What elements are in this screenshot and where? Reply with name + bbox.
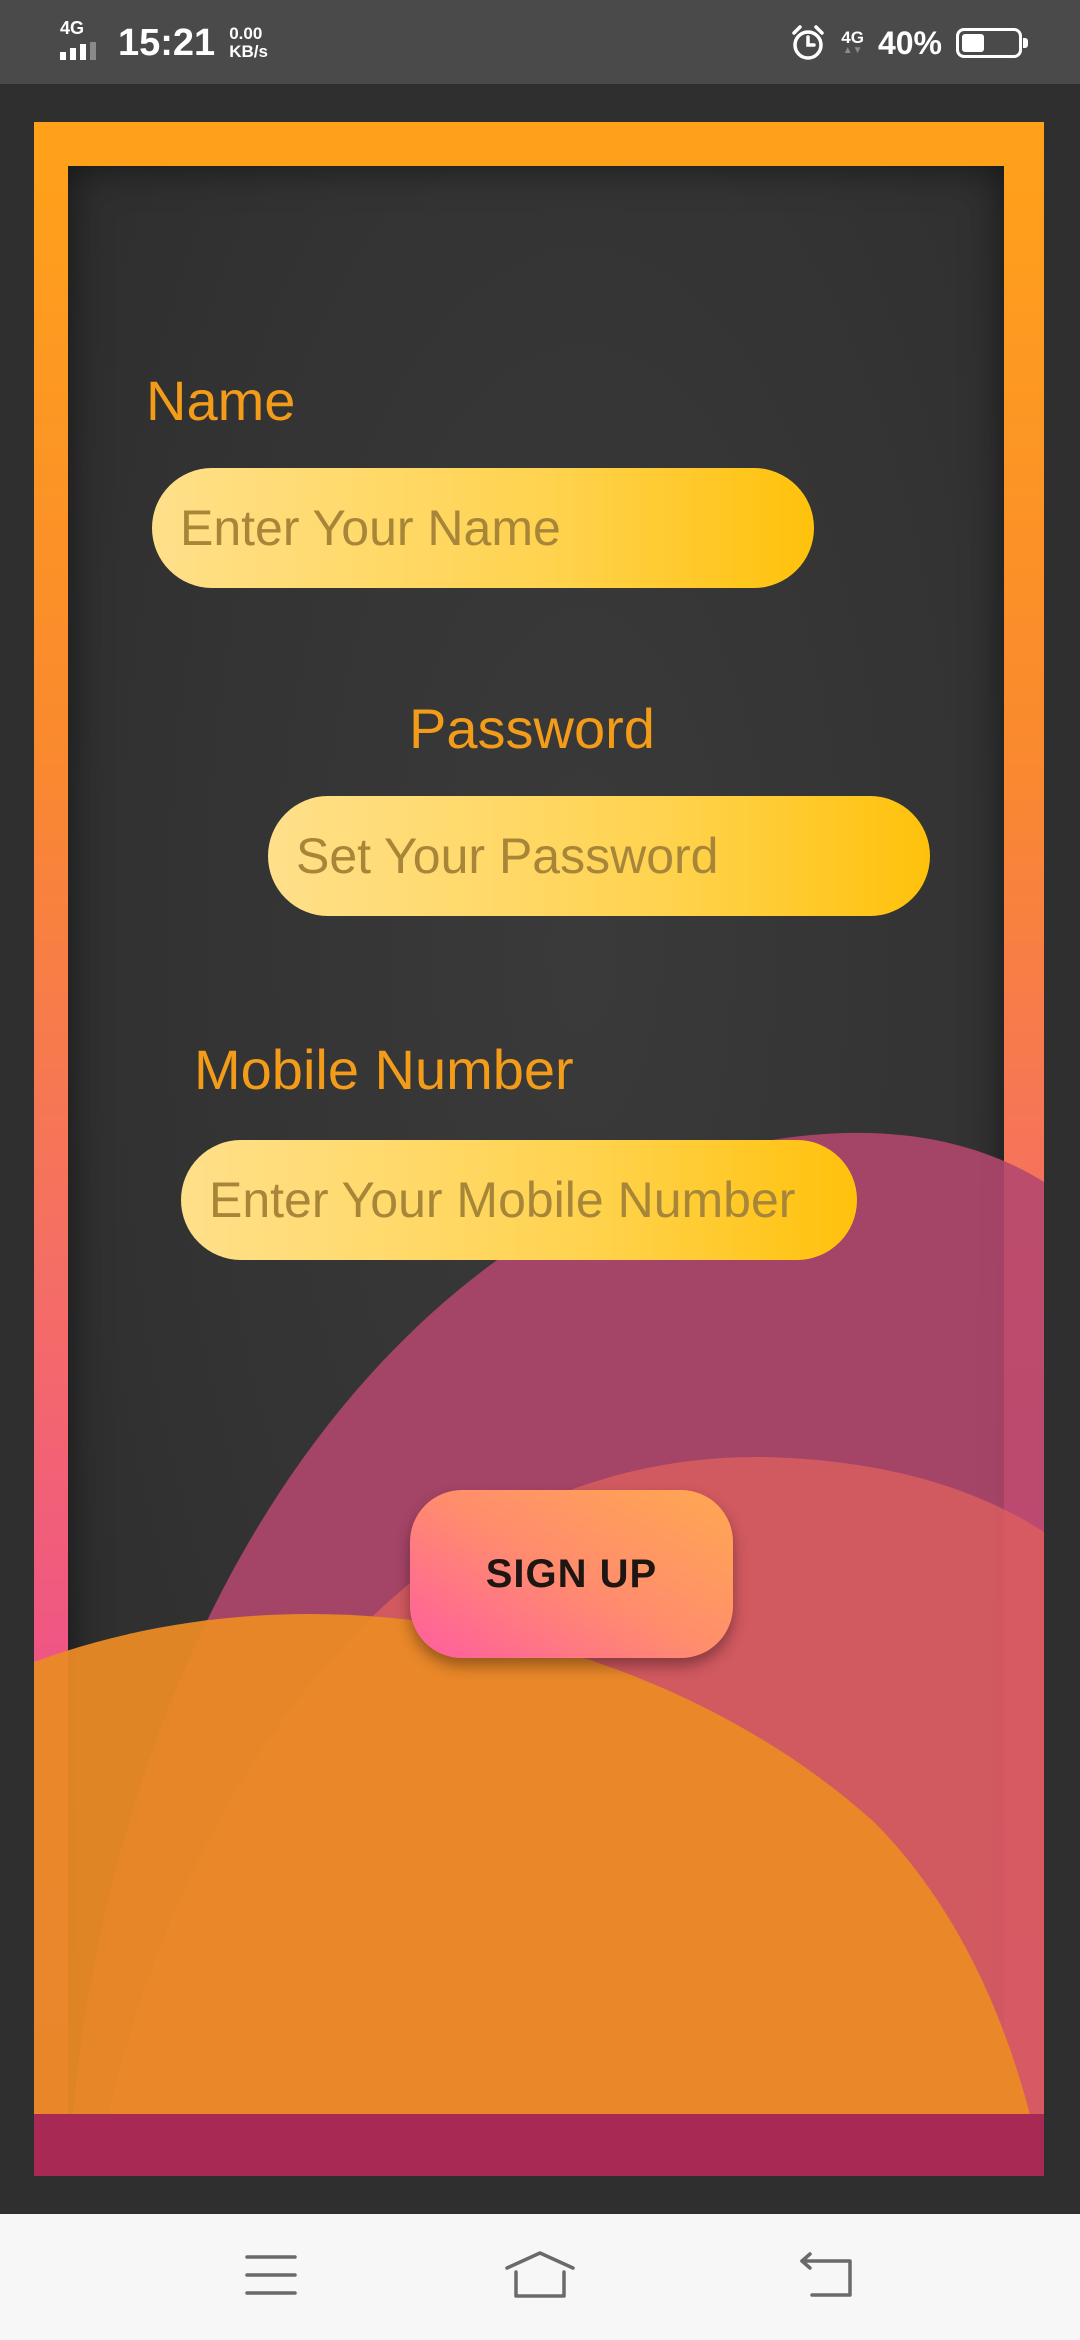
- network-speed: 0.00 KB/s: [229, 25, 268, 61]
- signal-icon: 4G: [58, 16, 104, 70]
- battery-level-fill: [962, 34, 984, 52]
- back-icon: [798, 2251, 854, 2304]
- status-bar: 4G 15:21 0.00 KB/s 4G ▲▼ 40%: [0, 0, 1080, 84]
- menu-icon: [245, 2253, 297, 2302]
- menu-button[interactable]: [236, 2244, 306, 2310]
- home-icon: [504, 2250, 576, 2305]
- alarm-icon: [789, 24, 827, 62]
- battery-icon: [956, 28, 1028, 58]
- battery-percent: 40%: [877, 24, 942, 61]
- password-input[interactable]: [268, 796, 930, 916]
- gradient-frame: Name Password Mobile Number SIGN UP: [34, 122, 1044, 2176]
- mobile-number-label: Mobile Number: [194, 1038, 574, 1101]
- back-button[interactable]: [791, 2244, 861, 2310]
- name-input[interactable]: [152, 468, 814, 588]
- network-type-right: 4G ▲▼: [841, 28, 864, 56]
- network-type-left: 4G: [60, 18, 85, 38]
- network-speed-unit: KB/s: [229, 42, 268, 61]
- sign-up-button[interactable]: SIGN UP: [410, 1490, 733, 1658]
- status-bar-left: 4G 15:21 0.00 KB/s: [58, 16, 268, 70]
- clock-time: 15:21: [118, 21, 216, 64]
- status-bar-right: 4G ▲▼ 40%: [789, 16, 1028, 70]
- network-speed-value: 0.00: [229, 24, 263, 43]
- app-content: Name Password Mobile Number SIGN UP: [0, 84, 1080, 2214]
- password-label: Password: [409, 697, 655, 760]
- navigation-bar: [0, 2214, 1080, 2340]
- name-label: Name: [146, 369, 296, 432]
- mobile-number-input[interactable]: [181, 1140, 857, 1260]
- home-button[interactable]: [505, 2244, 575, 2310]
